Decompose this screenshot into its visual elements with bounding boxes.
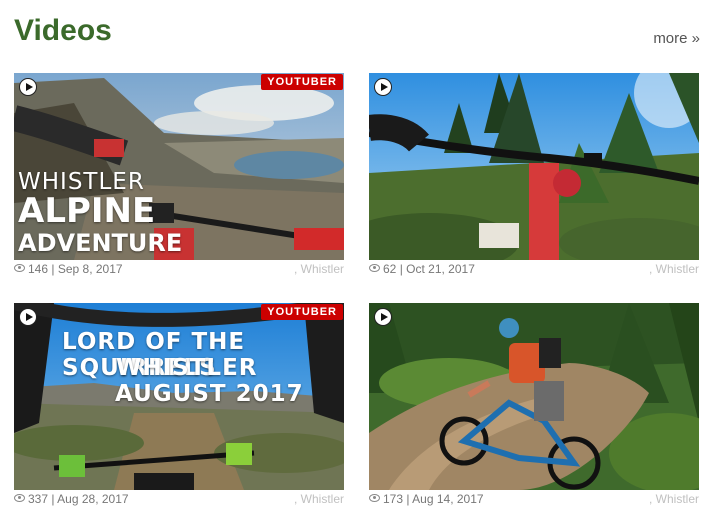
eye-icon <box>369 264 380 272</box>
more-link[interactable]: more » <box>653 30 700 47</box>
overlay-title-line: ADVENTURE <box>18 229 183 257</box>
video-card[interactable]: LORD OF THE SQUIRRELS WHISTLER AUGUST 20… <box>14 303 344 513</box>
thumbnail-image <box>369 73 699 260</box>
overlay-title-line: AUGUST 2017 <box>115 381 304 407</box>
eye-icon <box>14 264 25 272</box>
overlay-title-line: WHISTLER <box>116 355 258 381</box>
views-info: 62 | Oct 21, 2017 <box>369 262 475 276</box>
view-count: 337 <box>28 492 49 506</box>
youtuber-badge: YOUTUBER <box>261 304 343 320</box>
video-thumbnail[interactable] <box>369 73 699 260</box>
video-meta: 173 | Aug 14, 2017 , Whistler <box>369 492 699 510</box>
video-location[interactable]: , Whistler <box>294 262 344 276</box>
play-icon[interactable] <box>19 308 37 326</box>
view-count: 146 <box>28 262 49 276</box>
video-date: Aug 14, 2017 <box>412 492 484 506</box>
views-info: 173 | Aug 14, 2017 <box>369 492 484 506</box>
video-thumbnail[interactable]: LORD OF THE SQUIRRELS WHISTLER AUGUST 20… <box>14 303 344 490</box>
video-location[interactable]: , Whistler <box>649 262 699 276</box>
thumbnail-image <box>369 303 699 490</box>
video-date: Oct 21, 2017 <box>406 262 475 276</box>
overlay-title-line: ALPINE <box>18 191 156 231</box>
video-date: Sep 8, 2017 <box>57 262 123 276</box>
video-card[interactable]: WHISTLER ALPINE ADVENTURE YOUTUBER 146 |… <box>14 73 344 283</box>
video-location[interactable]: , Whistler <box>649 492 699 506</box>
video-meta: 62 | Oct 21, 2017 , Whistler <box>369 262 699 280</box>
play-icon[interactable] <box>19 78 37 96</box>
play-icon[interactable] <box>374 78 392 96</box>
views-info: 337 | Aug 28, 2017 <box>14 492 129 506</box>
videos-header: Videos more » <box>14 14 700 54</box>
youtuber-badge: YOUTUBER <box>261 74 343 90</box>
video-thumbnail[interactable]: WHISTLER ALPINE ADVENTURE YOUTUBER <box>14 73 344 260</box>
video-location[interactable]: , Whistler <box>294 492 344 506</box>
view-count: 173 <box>383 492 404 506</box>
play-icon[interactable] <box>374 308 392 326</box>
view-count: 62 <box>383 262 397 276</box>
video-meta: 146 | Sep 8, 2017 , Whistler <box>14 262 344 280</box>
views-info: 146 | Sep 8, 2017 <box>14 262 123 276</box>
video-card[interactable]: 62 | Oct 21, 2017 , Whistler <box>369 73 699 283</box>
video-card[interactable]: 173 | Aug 14, 2017 , Whistler <box>369 303 699 513</box>
eye-icon <box>14 494 25 502</box>
section-title: Videos <box>14 14 112 47</box>
video-meta: 337 | Aug 28, 2017 , Whistler <box>14 492 344 510</box>
video-date: Aug 28, 2017 <box>57 492 129 506</box>
eye-icon <box>369 494 380 502</box>
video-thumbnail[interactable] <box>369 303 699 490</box>
